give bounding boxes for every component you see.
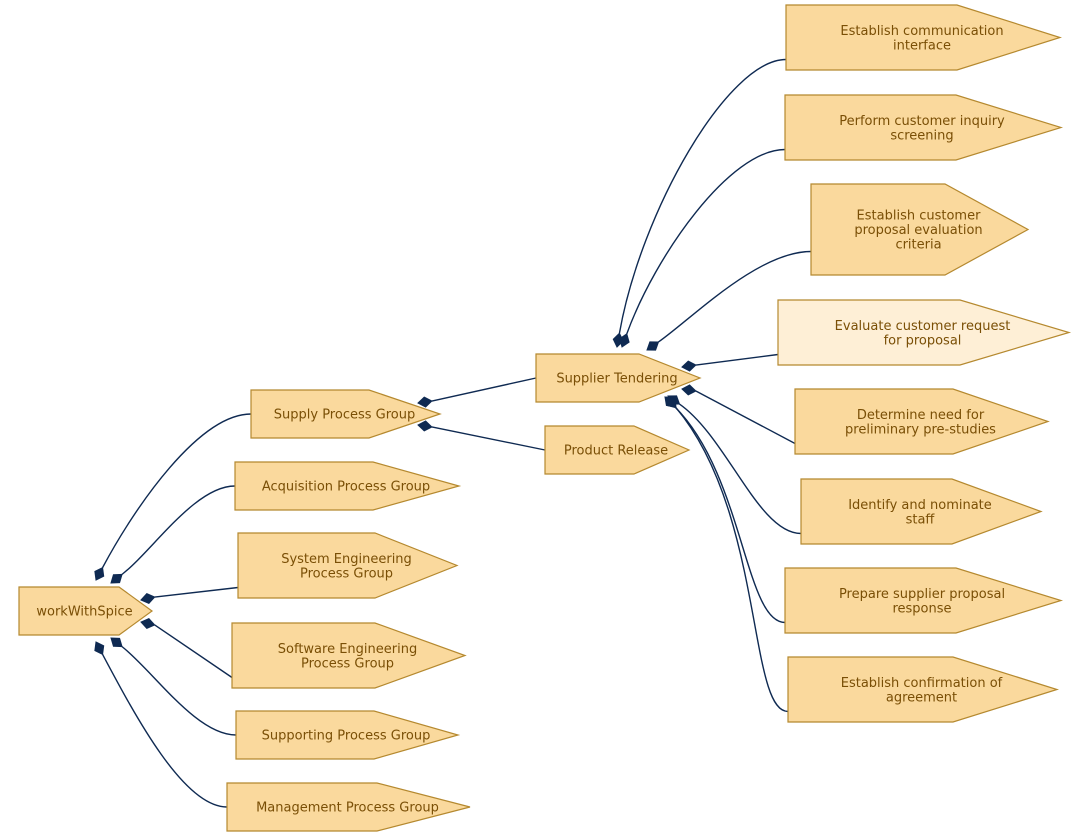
node-label: Supply Process Group — [274, 408, 415, 423]
node-label: Process Group — [301, 656, 394, 671]
edge-supply-to-tender — [431, 377, 537, 402]
node-label: Prepare supplier proposal — [839, 587, 1005, 602]
node-identify-and-nominate-staff[interactable]: Identify and nominatestaff — [800, 478, 1043, 545]
node-management-process-group[interactable]: Management Process Group — [226, 782, 471, 832]
node-label: proposal evaluation — [854, 223, 982, 238]
node-label: Supplier Tendering — [556, 372, 677, 387]
edge-supply-to-release — [431, 426, 546, 451]
node-label: Software Engineering — [278, 642, 417, 657]
edge-root-to-supporting — [121, 646, 237, 736]
composition-diamond-icon — [110, 637, 123, 648]
node-label: preliminary pre-studies — [845, 422, 996, 437]
node-label: response — [892, 601, 951, 616]
node-label: criteria — [895, 238, 941, 253]
edge-root-to-syseng — [154, 586, 239, 598]
node-establish-customer-proposal-evaluation-criteria[interactable]: Establish customerproposal evaluationcri… — [810, 183, 1030, 276]
edge-tender-to-t4 — [695, 353, 779, 366]
node-label: Acquisition Process Group — [262, 480, 430, 495]
node-product-release[interactable]: Product Release — [544, 425, 691, 475]
node-label: Management Process Group — [256, 801, 439, 816]
composition-diamond-icon — [140, 617, 156, 629]
edge-root-to-supply — [101, 413, 252, 568]
node-establish-communication-interface[interactable]: Establish communicationinterface — [785, 4, 1062, 71]
node-system-engineering-process-group[interactable]: System EngineeringProcess Group — [237, 532, 459, 599]
node-workwithspice[interactable]: workWithSpice — [18, 586, 154, 636]
edge-tender-to-t6 — [679, 403, 802, 535]
node-supporting-process-group[interactable]: Supporting Process Group — [235, 710, 461, 760]
node-label: interface — [893, 38, 951, 53]
node-label: Process Group — [300, 566, 393, 581]
node-evaluate-customer-request-for-proposal[interactable]: Evaluate customer requestfor proposal — [777, 299, 1072, 366]
composition-diamond-icon — [681, 384, 697, 396]
node-supplier-tendering[interactable]: Supplier Tendering — [535, 353, 702, 403]
node-label: screening — [890, 128, 953, 143]
node-acquisition-process-group[interactable]: Acquisition Process Group — [234, 461, 462, 511]
composition-diamond-icon — [417, 420, 433, 432]
node-supply-process-group[interactable]: Supply Process Group — [250, 389, 442, 439]
node-software-engineering-process-group[interactable]: Software EngineeringProcess Group — [231, 622, 467, 689]
composition-diamond-icon — [646, 341, 660, 351]
composition-diamond-icon — [681, 360, 697, 372]
node-label: Identify and nominate — [848, 498, 992, 513]
node-label: Establish communication — [840, 24, 1003, 39]
edges-layer — [101, 58, 812, 808]
composition-diamond-icon — [666, 396, 677, 409]
edge-root-to-sweng — [154, 624, 233, 679]
node-determine-need-for-preliminary-pre-studies[interactable]: Determine need forpreliminary pre-studie… — [794, 388, 1050, 455]
process-diagram: workWithSpice Supply Process Group Acquisi… — [18, 4, 1072, 832]
edge-root-to-acq — [121, 485, 236, 575]
nodes-layer: workWithSpice Supply Process Group Acquisi… — [18, 4, 1072, 832]
node-label: Perform customer inquiry — [839, 114, 1005, 129]
node-label: Determine need for — [857, 408, 985, 423]
node-label: for proposal — [884, 333, 962, 348]
node-label: Evaluate customer request — [835, 319, 1011, 334]
node-label: Establish confirmation of — [841, 676, 1003, 691]
composition-diamond-icon — [140, 593, 156, 605]
edge-root-to-mgmt — [101, 654, 228, 808]
edge-tender-to-t8 — [675, 407, 789, 713]
node-label: Supporting Process Group — [262, 729, 431, 744]
node-label: Product Release — [564, 444, 668, 459]
node-establish-confirmation-of-agreement[interactable]: Establish confirmation ofagreement — [787, 656, 1060, 723]
composition-diamond-icon — [417, 396, 433, 408]
composition-diamond-icon — [110, 573, 123, 584]
node-prepare-supplier-proposal-response[interactable]: Prepare supplier proposalresponse — [784, 567, 1064, 634]
node-label: staff — [906, 512, 936, 527]
edge-tender-to-t2 — [626, 148, 786, 335]
node-label: Establish customer — [857, 209, 982, 224]
composition-diamond-icon — [94, 566, 105, 581]
node-label: workWithSpice — [36, 605, 132, 620]
node-perform-customer-inquiry-screening[interactable]: Perform customer inquiryscreening — [784, 94, 1064, 161]
composition-diamond-icon — [94, 641, 105, 656]
node-label: agreement — [886, 690, 957, 705]
node-label: System Engineering — [281, 552, 412, 567]
